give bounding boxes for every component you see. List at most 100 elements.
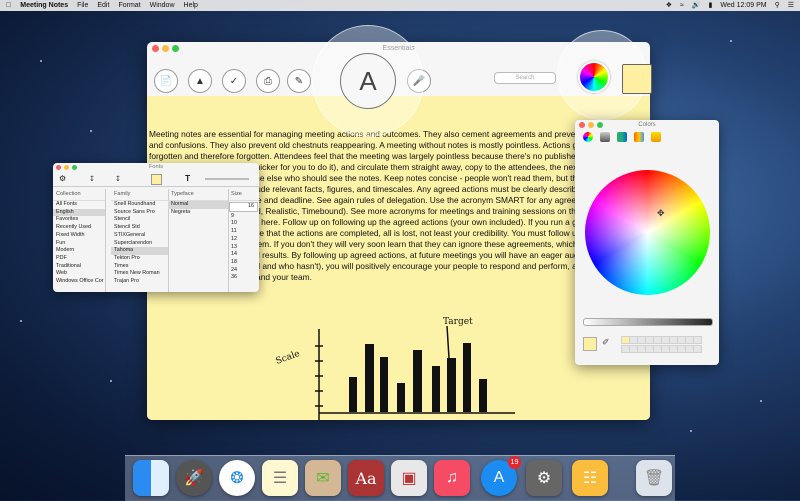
star bbox=[110, 380, 112, 382]
family-item[interactable]: Trajan Pro bbox=[111, 278, 168, 286]
typeface-item[interactable]: Normal bbox=[168, 201, 228, 209]
size-item[interactable]: 18 bbox=[228, 259, 259, 267]
wifi-icon[interactable]: ≈ bbox=[680, 0, 684, 11]
menu-file[interactable]: File bbox=[77, 0, 88, 11]
eyedropper-icon[interactable]: ✐ bbox=[602, 337, 610, 348]
minimize-button[interactable] bbox=[162, 45, 169, 52]
app-store-icon[interactable]: A 19 bbox=[481, 456, 521, 496]
collection-item[interactable]: All Fonts bbox=[53, 201, 105, 209]
collection-item[interactable]: Recently Used bbox=[53, 224, 105, 232]
system-preferences-icon[interactable]: ⚙ bbox=[526, 460, 562, 496]
print-icon[interactable]: ⎙ bbox=[256, 69, 280, 93]
collection-item[interactable]: English bbox=[53, 208, 105, 217]
font-button-label: A bbox=[359, 65, 377, 96]
size-item[interactable]: 14 bbox=[228, 251, 259, 259]
family-item[interactable]: Superclarendon bbox=[111, 240, 168, 248]
size-item[interactable]: 12 bbox=[228, 236, 259, 244]
family-item[interactable]: Stencil bbox=[111, 216, 168, 224]
color-wheel-icon[interactable] bbox=[578, 61, 610, 93]
fonts-minimize-button[interactable] bbox=[64, 165, 69, 170]
size-item[interactable]: 36 bbox=[228, 274, 259, 282]
size-field[interactable]: 16 bbox=[229, 202, 258, 212]
brush-icon[interactable]: ✎ bbox=[287, 69, 311, 93]
search-placeholder: Search bbox=[515, 75, 535, 81]
notes-icon[interactable]: ☰ bbox=[262, 460, 298, 496]
colors-zoom-button[interactable] bbox=[597, 122, 603, 128]
family-item[interactable]: Times bbox=[111, 263, 168, 271]
size-item[interactable]: 13 bbox=[228, 244, 259, 252]
notifications-icon[interactable]: ☰ bbox=[788, 0, 794, 11]
collection-item[interactable]: Web bbox=[53, 270, 105, 278]
checkmark-icon[interactable]: ✓ bbox=[222, 69, 246, 93]
collection-item[interactable]: Windows Office Cor bbox=[53, 278, 105, 286]
colors-minimize-button[interactable] bbox=[588, 122, 594, 128]
finder-icon[interactable] bbox=[133, 460, 169, 496]
menu-help[interactable]: Help bbox=[184, 0, 198, 11]
collection-item[interactable]: Fun bbox=[53, 240, 105, 248]
palettes-tab-icon[interactable] bbox=[617, 132, 627, 142]
collection-item[interactable]: Favorites bbox=[53, 216, 105, 224]
trash-icon[interactable]: 🗑 bbox=[636, 460, 672, 496]
clock[interactable]: Wed 12:09 PM bbox=[720, 0, 766, 11]
collection-item[interactable]: Modern bbox=[53, 247, 105, 255]
apple-icon[interactable]:  bbox=[6, 0, 11, 11]
collection-item[interactable]: Fixed Width bbox=[53, 232, 105, 240]
fonts-close-button[interactable] bbox=[56, 165, 61, 170]
document-icon[interactable]: 📄 bbox=[154, 69, 178, 93]
battery-icon[interactable]: ▮ bbox=[709, 0, 713, 11]
volume-icon[interactable]: 🔊 bbox=[692, 0, 701, 11]
family-item[interactable]: STIXGeneral bbox=[111, 232, 168, 240]
close-button[interactable] bbox=[152, 45, 159, 52]
family-item[interactable]: Tahoma bbox=[111, 247, 168, 255]
size-item[interactable]: 10 bbox=[228, 220, 259, 228]
color-swatch[interactable] bbox=[622, 64, 652, 94]
zoom-button[interactable] bbox=[172, 45, 179, 52]
text-color-swatch[interactable] bbox=[151, 174, 162, 185]
underline-icon[interactable]: ↧ bbox=[89, 175, 95, 183]
family-item[interactable]: Tekton Pro bbox=[111, 255, 168, 263]
sliders-tab-icon[interactable] bbox=[600, 132, 610, 142]
shadow-icon[interactable]: 𝐓 bbox=[185, 174, 190, 184]
brightness-slider[interactable] bbox=[583, 318, 713, 326]
size-item[interactable]: 24 bbox=[228, 267, 259, 275]
fonts-titlebar: Fonts bbox=[53, 163, 259, 172]
family-item[interactable]: Snell Roundhand bbox=[111, 201, 168, 209]
spotlight-icon[interactable]: ⚲ bbox=[775, 0, 780, 11]
colors-close-button[interactable] bbox=[579, 122, 585, 128]
menu-format[interactable]: Format bbox=[118, 0, 140, 11]
family-item[interactable]: Stencil Std bbox=[111, 224, 168, 232]
dictionary-icon[interactable]: Aa bbox=[348, 460, 384, 496]
pencils-tab-icon[interactable] bbox=[651, 132, 661, 142]
menu-window[interactable]: Window bbox=[150, 0, 175, 11]
current-color-swatch[interactable] bbox=[583, 337, 597, 351]
meeting-notes-app-icon[interactable]: ☷ bbox=[572, 460, 608, 496]
shadow-slider[interactable] bbox=[205, 178, 249, 180]
preview-icon[interactable]: ▣ bbox=[391, 460, 427, 496]
dropbox-icon[interactable]: ❖ bbox=[666, 0, 672, 11]
typeface-item[interactable]: Negreta bbox=[168, 209, 228, 217]
crosshair-icon: ✥ bbox=[657, 208, 665, 218]
mail-icon[interactable]: ✉ bbox=[305, 460, 341, 496]
eject-icon[interactable]: ▲ bbox=[188, 69, 212, 93]
music-icon[interactable]: ♫ bbox=[434, 460, 470, 496]
family-item[interactable]: Source Sans Pro bbox=[111, 209, 168, 217]
gear-icon[interactable]: ⚙ bbox=[59, 174, 66, 183]
image-palettes-tab-icon[interactable] bbox=[634, 132, 644, 142]
menu-app-name[interactable]: Meeting Notes bbox=[20, 0, 68, 11]
swatch[interactable] bbox=[693, 336, 702, 344]
launchpad-icon[interactable]: 🚀 bbox=[176, 460, 212, 496]
family-item[interactable]: Times New Roman bbox=[111, 270, 168, 278]
search-input[interactable]: Search bbox=[494, 72, 556, 84]
size-item[interactable]: 9 bbox=[228, 213, 259, 221]
swatch[interactable] bbox=[693, 345, 702, 353]
menu-edit[interactable]: Edit bbox=[97, 0, 109, 11]
strikethrough-icon[interactable]: ↧ bbox=[115, 175, 121, 183]
font-button[interactable]: A bbox=[340, 53, 396, 109]
color-wheel[interactable]: ✥ bbox=[585, 170, 710, 295]
collection-item[interactable]: PDF bbox=[53, 255, 105, 263]
collection-item[interactable]: Traditional bbox=[53, 263, 105, 271]
fonts-zoom-button[interactable] bbox=[72, 165, 77, 170]
size-item[interactable]: 11 bbox=[228, 228, 259, 236]
color-wheel-tab-icon[interactable] bbox=[583, 132, 593, 142]
safari-icon[interactable]: ❂ bbox=[219, 460, 255, 496]
